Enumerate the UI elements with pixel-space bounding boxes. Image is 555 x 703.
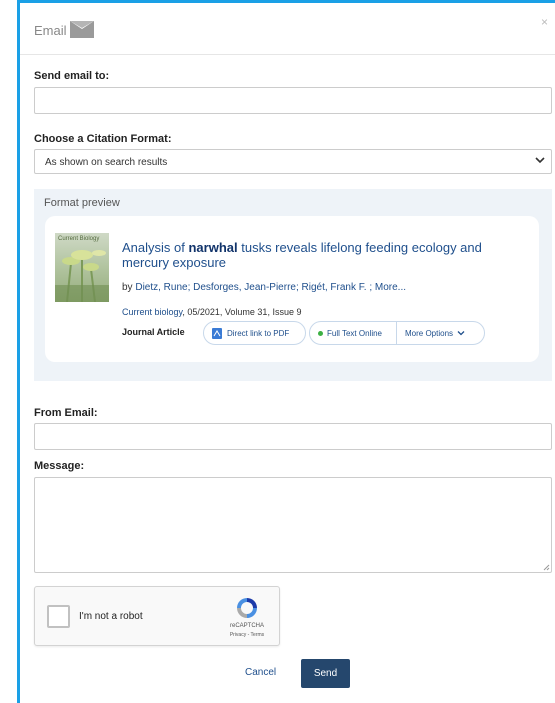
journal-link[interactable]: Current biology: [122, 307, 182, 317]
recaptcha-label: I'm not a robot: [79, 611, 143, 622]
recaptcha-privacy-terms[interactable]: Privacy - Terms: [218, 632, 276, 638]
from-email-input[interactable]: [34, 423, 552, 450]
resize-handle-icon[interactable]: [543, 564, 550, 571]
authors-link[interactable]: Dietz, Rune; Desforges, Jean-Pierre; Rig…: [135, 282, 406, 293]
send-to-label: Send email to:: [34, 70, 110, 82]
from-email-label: From Email:: [34, 407, 98, 419]
message-textarea[interactable]: [34, 477, 552, 573]
more-options-label: More Options: [405, 328, 454, 338]
content-type-label: Journal Article: [122, 327, 185, 337]
recaptcha-logo-icon: [237, 598, 257, 618]
cancel-button[interactable]: Cancel: [245, 667, 276, 678]
close-icon[interactable]: ×: [541, 15, 548, 29]
issue-info: , 05/2021, Volume 31, Issue 9: [182, 307, 302, 317]
pdf-icon: [212, 327, 222, 339]
result-authors: by Dietz, Rune; Desforges, Jean-Pierre; …: [122, 282, 406, 293]
direct-pdf-button[interactable]: Direct link to PDF: [203, 321, 306, 345]
available-dot-icon: [318, 330, 323, 336]
recaptcha-checkbox[interactable]: [47, 605, 70, 628]
citation-format-label: Choose a Citation Format:: [34, 133, 172, 145]
send-to-input[interactable]: [34, 87, 552, 114]
format-preview: Format preview Current Biology Analysis …: [34, 189, 552, 381]
result-source: Current biology, 05/2021, Volume 31, Iss…: [122, 307, 301, 317]
email-dialog: Email × Send email to: Choose a Citation…: [17, 0, 555, 703]
result-card: Current Biology Analysis of narwhal tusk…: [45, 216, 539, 362]
full-text-online-link[interactable]: Full Text Online: [327, 329, 382, 338]
message-label: Message:: [34, 460, 85, 472]
direct-pdf-label: Direct link to PDF: [227, 328, 290, 338]
dialog-title: Email: [34, 23, 67, 38]
recaptcha-widget: I'm not a robot reCAPTCHA Privacy - Term…: [34, 586, 280, 646]
cover-plant-image: [55, 250, 109, 302]
chevron-down-icon: [457, 331, 465, 336]
result-title-link[interactable]: Analysis of narwhal tusks reveals lifelo…: [122, 240, 522, 270]
envelope-icon: [70, 21, 94, 38]
citation-format-select[interactable]: As shown on search results: [34, 149, 552, 174]
format-preview-title: Format preview: [44, 197, 120, 209]
title-part: Analysis of: [122, 240, 189, 255]
availability-group: Full Text Online More Options: [309, 321, 485, 345]
send-button[interactable]: Send: [301, 659, 350, 688]
authors-prefix: by: [122, 282, 136, 293]
citation-format-value: As shown on search results: [45, 157, 168, 168]
recaptcha-brand: reCAPTCHA: [229, 623, 264, 629]
chevron-down-icon: [535, 157, 545, 164]
dialog-header: Email ×: [20, 3, 555, 55]
title-highlight: narwhal: [188, 240, 238, 255]
more-options-button[interactable]: More Options: [396, 322, 473, 344]
journal-cover-thumbnail[interactable]: Current Biology: [55, 233, 109, 302]
